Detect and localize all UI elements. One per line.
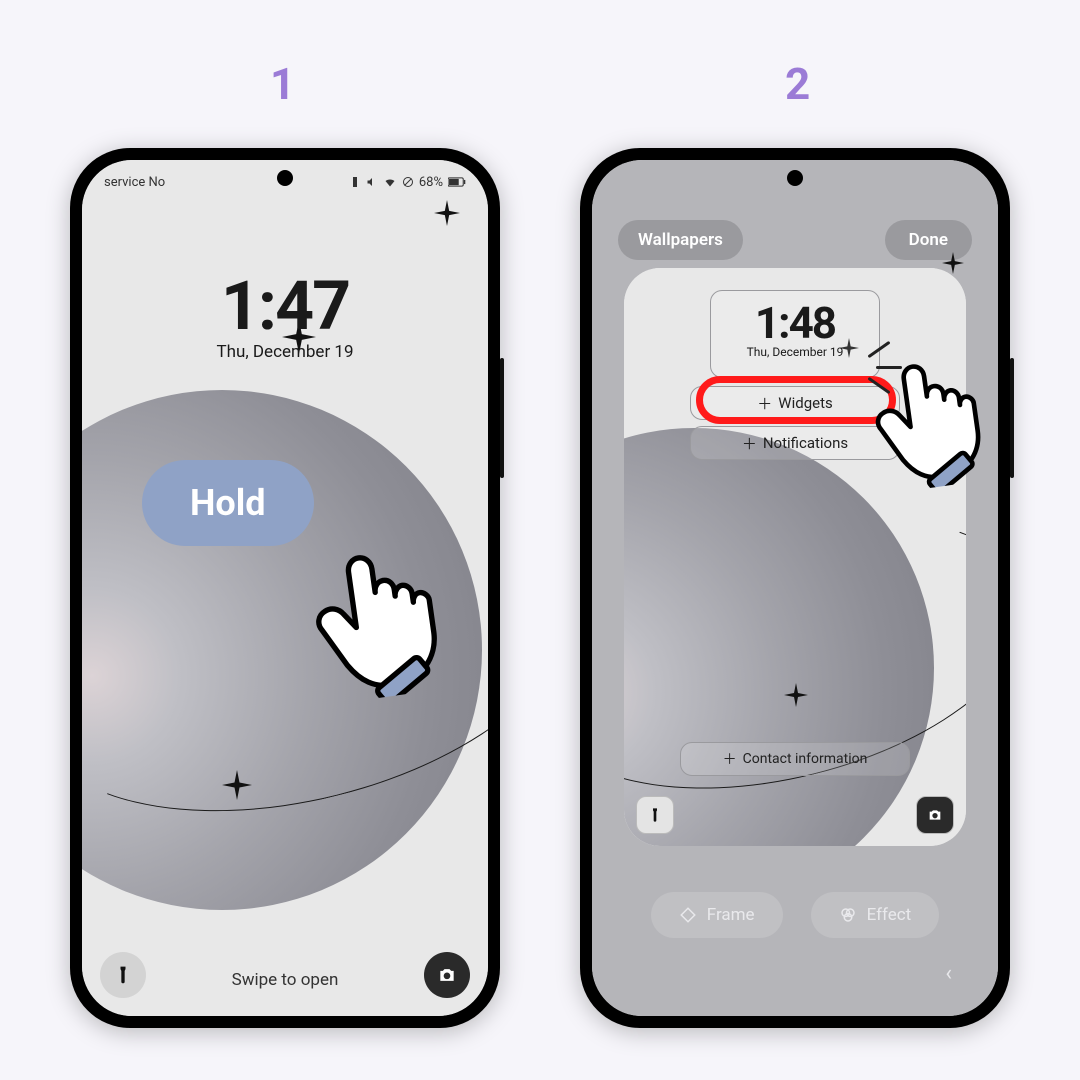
wallpapers-button[interactable]: Wallpapers [618,220,743,260]
camera-icon [437,965,457,985]
clock-widget-slot[interactable]: 1:48 Thu, December 19 [710,290,880,378]
front-camera-icon [787,170,803,186]
preview-date: Thu, December 19 [711,345,879,359]
lockscreen-editor[interactable]: Wallpapers Done 1:48 Thu, December 19 [592,160,998,1016]
plus-icon: ＋ [723,749,737,769]
battery-saver-icon [349,176,361,188]
camera-icon [927,807,943,823]
effect-label: Effect [867,905,912,925]
camera-button[interactable] [916,796,954,834]
no-signal-icon [402,176,414,188]
pointer-hand-icon [852,350,999,497]
pointer-hand-icon [288,538,457,707]
carrier-text: service No [104,175,165,190]
phone-frame-2: Wallpapers Done 1:48 Thu, December 19 [580,148,1010,1028]
wifi-icon [383,176,397,188]
status-icons: 68% [349,175,466,190]
frame-icon [679,906,697,924]
frame-label: Frame [707,905,755,925]
contact-info-label: Contact information [743,751,868,767]
lock-time: 1:47 [82,266,488,346]
chevron-back-icon[interactable]: ‹ [945,961,952,986]
camera-button[interactable] [424,952,470,998]
front-camera-icon [277,170,293,186]
step-number-1: 1 [270,58,295,110]
battery-icon [448,176,466,188]
notifications-label: Notifications [763,434,848,452]
lock-clock: 1:47 Thu, December 19 [82,266,488,362]
battery-text: 68% [419,175,443,190]
phone-frame-1: service No 68% 1:47 Thu, December 19 Swi… [70,148,500,1028]
effect-icon [839,906,857,924]
lockscreen-preview[interactable]: 1:48 Thu, December 19 ＋ Widgets ＋ Notifi… [624,268,966,846]
flashlight-button[interactable] [636,796,674,834]
plus-icon: ＋ [742,433,757,454]
frame-button[interactable]: Frame [651,892,783,938]
sparkle-icon [942,252,964,274]
editor-bottom-options: Frame Effect [592,892,998,938]
effect-button[interactable]: Effect [811,892,940,938]
lock-date: Thu, December 19 [82,342,488,362]
flashlight-icon [113,965,133,985]
hold-tooltip: Hold [142,460,314,546]
flashlight-button[interactable] [100,952,146,998]
preview-time: 1:48 [711,297,879,349]
step-number-2: 2 [785,58,810,110]
add-contact-info-button[interactable]: ＋ Contact information [680,742,910,776]
flashlight-icon [647,807,663,823]
mute-icon [366,176,378,188]
